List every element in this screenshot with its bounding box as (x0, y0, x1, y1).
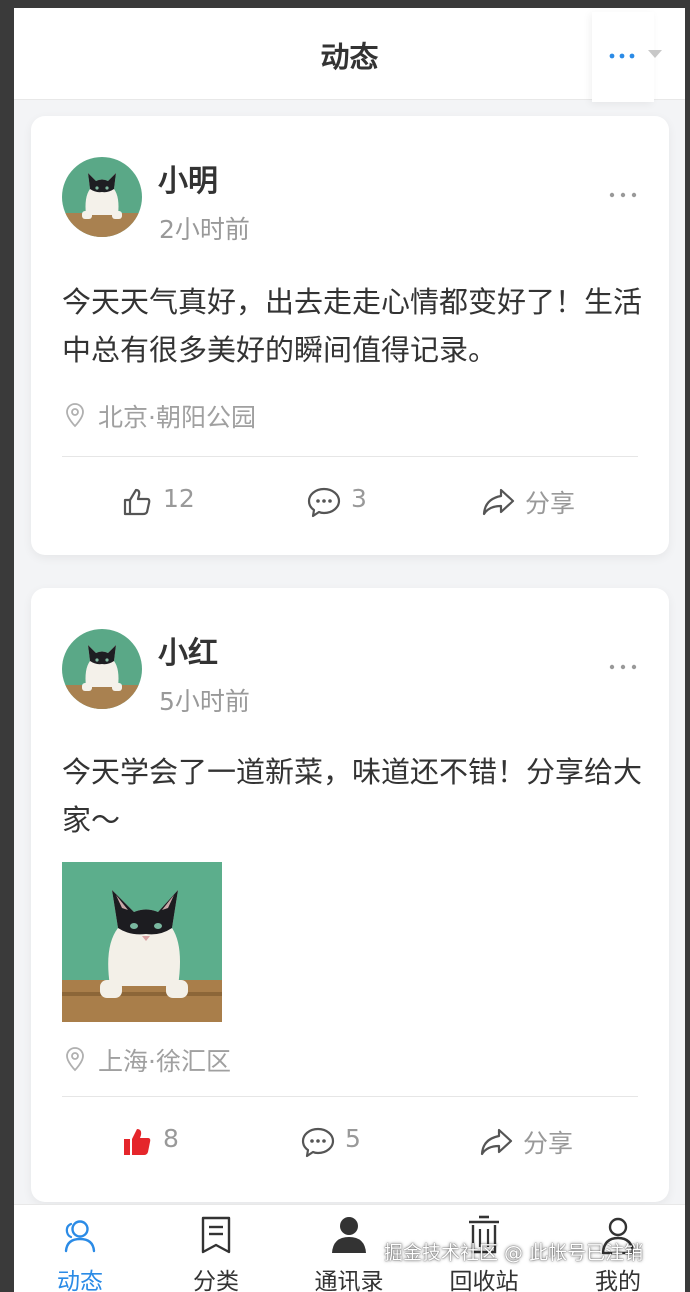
post-content: 今天学会了一道新菜，味道还不错！分享给大家～ (62, 755, 643, 837)
comment-bubble-icon (301, 1127, 335, 1158)
divider (62, 1096, 638, 1097)
tab-feed[interactable]: 动态 (35, 1205, 125, 1292)
dropdown-arrow-icon[interactable] (648, 50, 662, 58)
post-card: 小红 5小时前 今天学会了一道新菜，味道还不错！分享给大家～ 上海·徐汇区 8 … (31, 588, 669, 1202)
post-card: 小明 2小时前 今天天气真好，出去走走心情都变好了！生活中总有很多美好的瞬间值得… (31, 116, 669, 555)
tab-label: 我的 (595, 1269, 641, 1292)
like-button[interactable]: 8 (121, 1122, 201, 1162)
comment-button[interactable]: 5 (301, 1122, 381, 1162)
comment-bubble-icon (307, 487, 341, 518)
user-name[interactable]: 小明 (158, 156, 218, 200)
share-label: 分享 (523, 1129, 574, 1158)
like-count: 8 (163, 1124, 179, 1153)
location-pin-icon (66, 403, 84, 428)
top-nav-bar: 动态 (14, 8, 685, 102)
cat-photo-image (62, 862, 222, 1022)
share-arrow-icon (482, 488, 515, 516)
tab-label: 通讯录 (314, 1269, 384, 1292)
comment-button[interactable]: 3 (307, 482, 387, 522)
user-name[interactable]: 小红 (158, 628, 218, 672)
bookmark-icon (201, 1216, 231, 1254)
cat-avatar-image (62, 629, 142, 709)
tab-contacts[interactable]: 通讯录 (304, 1205, 394, 1292)
person-icon (332, 1217, 366, 1253)
tab-label: 分类 (193, 1269, 239, 1292)
avatar[interactable] (62, 629, 142, 709)
cat-avatar-image (62, 157, 142, 237)
share-label: 分享 (525, 489, 576, 518)
page-title: 动态 (320, 40, 379, 74)
tab-label: 回收站 (449, 1269, 519, 1292)
post-more-icon[interactable] (609, 192, 637, 198)
share-arrow-icon (480, 1128, 513, 1156)
watermark: 掘金技术社区 @ 此帐号已注销 (384, 1242, 644, 1264)
share-button[interactable]: 分享 (479, 1122, 599, 1162)
location-text: 北京·朝阳公园 (98, 403, 256, 432)
location-pin-icon (66, 1047, 84, 1072)
more-dots-icon (609, 53, 635, 59)
thumbs-up-filled-icon (124, 1129, 151, 1155)
post-more-icon[interactable] (609, 664, 637, 670)
comment-count: 3 (351, 484, 367, 513)
post-content: 今天天气真好，出去走走心情都变好了！生活中总有很多美好的瞬间值得记录。 (62, 285, 643, 367)
tab-category[interactable]: 分类 (171, 1205, 261, 1292)
like-count: 12 (163, 484, 195, 513)
user-group-icon (64, 1220, 96, 1253)
location-text: 上海·徐汇区 (98, 1047, 231, 1076)
comment-count: 5 (345, 1124, 361, 1153)
phone-screen: 动态 小明 2小时前 今天天气真好，出去走走心情都变好了！生活中总有很多美好的瞬… (14, 8, 685, 1292)
thumbs-up-icon (123, 488, 151, 516)
divider (62, 456, 638, 457)
post-time: 2小时前 (159, 215, 250, 244)
tab-label: 动态 (57, 1269, 103, 1292)
avatar[interactable] (62, 157, 142, 237)
like-button[interactable]: 12 (121, 482, 201, 522)
post-time: 5小时前 (159, 687, 250, 716)
post-image[interactable] (62, 862, 222, 1022)
more-menu-button[interactable] (592, 12, 654, 102)
share-button[interactable]: 分享 (481, 482, 601, 522)
